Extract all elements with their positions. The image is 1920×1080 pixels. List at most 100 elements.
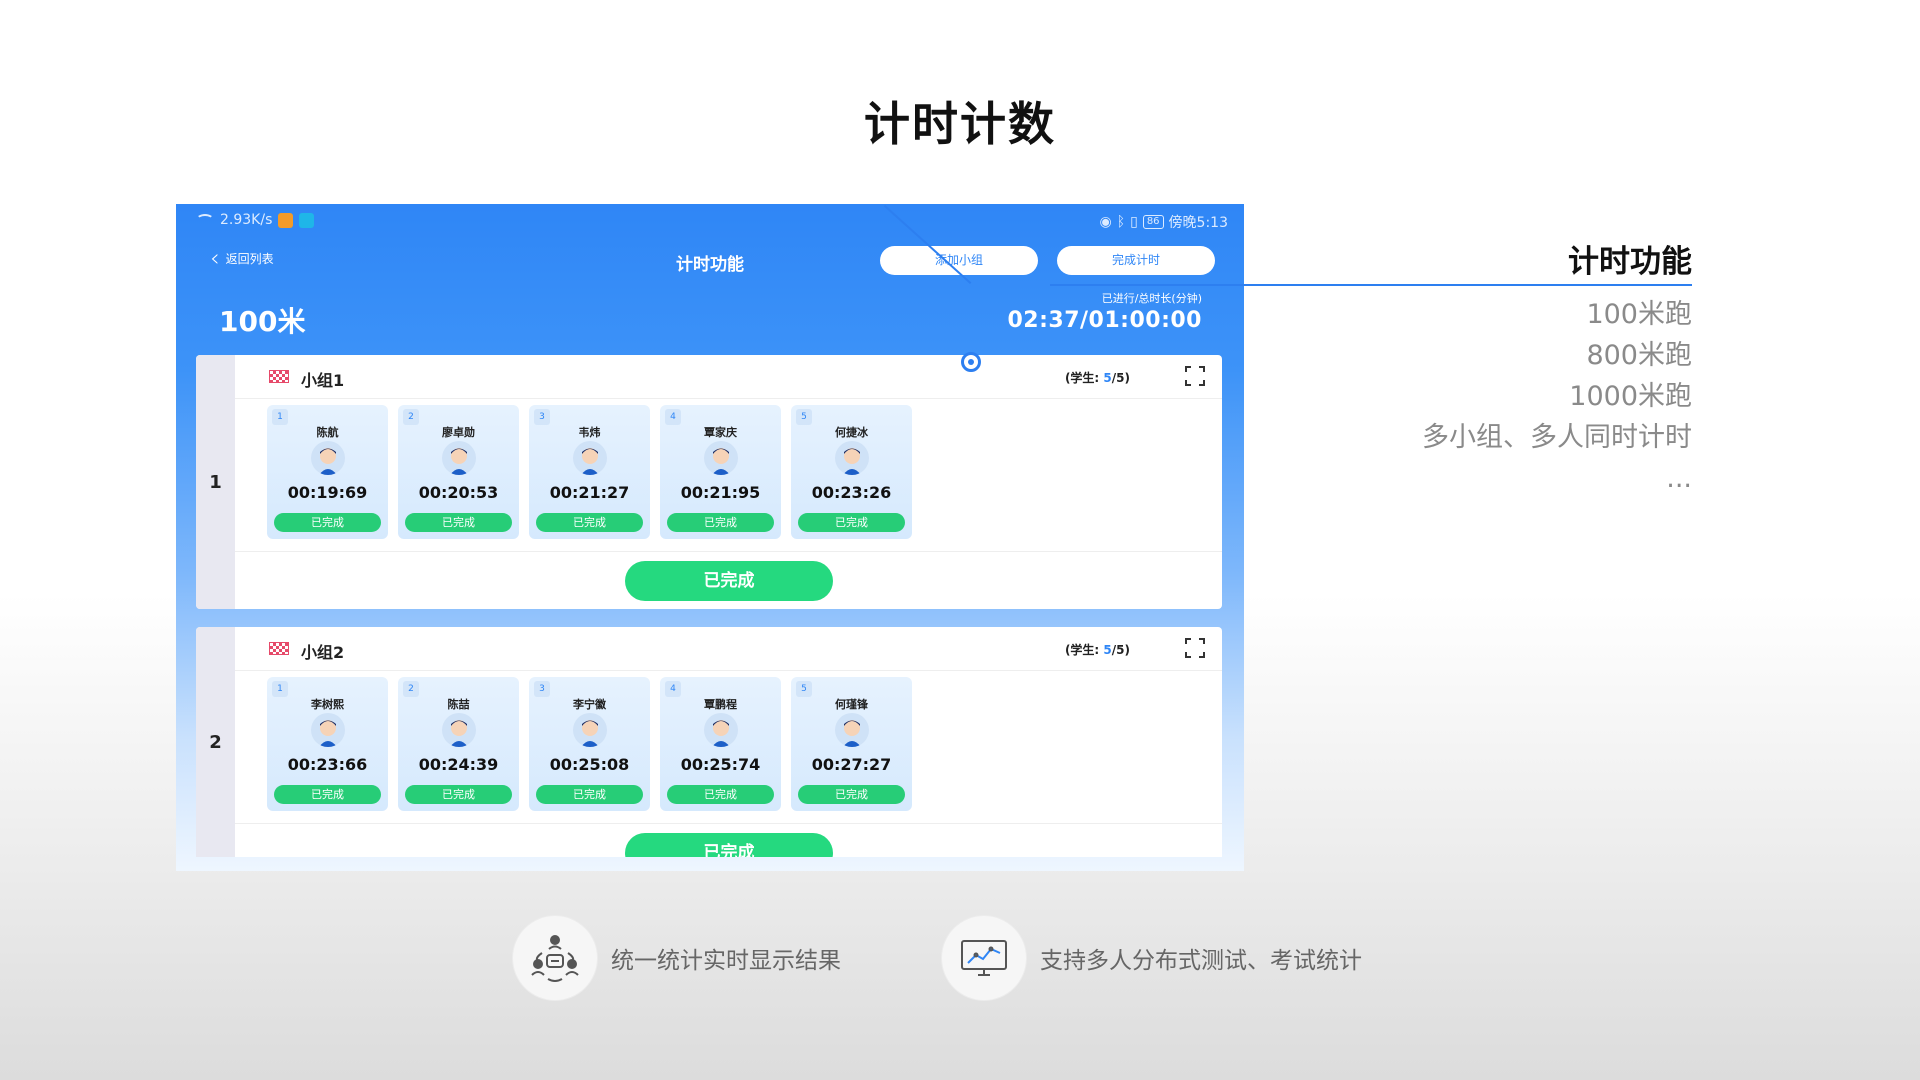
student-card[interactable]: 4 覃家庆 00:21:95 已完成 [660,405,781,539]
student-name: 覃鹏程 [704,698,737,711]
app-notification-icon [278,212,294,228]
avatar [311,441,345,475]
avatar [442,713,476,747]
student-card[interactable]: 1 李树熙 00:23:66 已完成 [267,677,388,811]
card-number: 2 [403,409,419,425]
clock: 傍晚5:13 [1168,215,1228,231]
student-name: 李宁徽 [573,698,606,711]
group-name: 小组1 [301,371,345,390]
feature-text: 统一统计实时显示结果 [611,948,841,974]
fullscreen-icon[interactable] [1184,637,1206,659]
status-badge: 已完成 [536,785,643,804]
avatar [442,441,476,475]
avatar [835,441,869,475]
student-name: 陈航 [316,426,339,439]
student-name: 廖卓勋 [442,426,475,439]
student-name: 韦炜 [578,426,601,439]
status-badge: 已完成 [798,785,905,804]
search-app-icon [299,212,315,228]
checkered-flag-icon [269,642,289,655]
avatar [573,713,607,747]
student-card[interactable]: 2 廖卓勋 00:20:53 已完成 [398,405,519,539]
feature-list-item: 100米跑 [1586,299,1692,330]
app-header: ‹ 返回列表 计时功能 添加小组 完成计时 [176,240,1244,280]
feature-item: 支持多人分布式测试、考试统计 [942,916,1362,1000]
avatar [311,713,345,747]
card-number: 5 [796,681,812,697]
feature-list: 100米跑 800米跑 1000米跑 多小组、多人同时计时 ... [1422,294,1692,499]
student-card[interactable]: 3 韦炜 00:21:27 已完成 [529,405,650,539]
wifi-icon [196,214,214,226]
student-cards: 1 陈航 00:19:69 已完成 2 廖卓勋 00:20:53 已完成 3 韦… [267,405,912,539]
eye-icon: ◉ [1099,214,1112,230]
card-number: 5 [796,409,812,425]
card-number: 3 [534,681,550,697]
student-time: 00:19:69 [287,483,368,502]
card-number: 1 [272,681,288,697]
card-number: 1 [272,409,288,425]
vibrate-icon: ▯ [1130,214,1138,230]
student-card[interactable]: 2 陈喆 00:24:39 已完成 [398,677,519,811]
callout-line [1050,284,1692,286]
feature-item: 统一统计实时显示结果 [513,916,841,1000]
student-time: 00:20:53 [418,483,499,502]
student-time: 00:25:74 [680,755,761,774]
card-number: 3 [534,409,550,425]
side-title: 计时功能 [1568,244,1692,280]
group-done-button[interactable]: 已完成 [625,561,833,601]
student-time: 00:23:26 [811,483,892,502]
status-badge: 已完成 [405,785,512,804]
group-footer: 已完成 [235,551,1222,609]
card-number: 4 [665,409,681,425]
feature-list-item: 1000米跑 [1569,381,1692,412]
student-count: (学生: 5/5) [1064,643,1130,657]
battery-icon: 86 [1142,215,1164,229]
student-name: 覃家庆 [704,426,737,439]
status-bar: 2.93K/s ◉ ᛒ ▯ 86 傍晚5:13 [176,204,1244,234]
group-index: 2 [196,627,235,857]
page-title: 计时计数 [864,97,1056,151]
fullscreen-icon[interactable] [1184,365,1206,387]
student-name: 李树熙 [311,698,344,711]
student-time: 00:21:27 [549,483,630,502]
group-done-button[interactable]: 已完成 [625,833,833,857]
avatar [704,441,738,475]
elapsed-label: 已进行/总时长(分钟) [1101,292,1202,305]
card-number: 4 [665,681,681,697]
callout-dot [961,352,981,372]
checkered-flag-icon [269,370,289,383]
group-panel: 1 小组1 (学生: 5/5) 1 陈航 00:19:69 已完成 2 廖卓勋 … [196,355,1222,609]
group-stats-icon [513,916,597,1000]
student-name: 何捷冰 [835,426,868,439]
bluetooth-icon: ᛒ [1116,214,1126,230]
monitor-chart-icon [942,916,1026,1000]
group-footer: 已完成 [235,823,1222,857]
finish-timing-button[interactable]: 完成计时 [1057,246,1215,275]
avatar [835,713,869,747]
feature-list-item: 多小组、多人同时计时 [1422,422,1692,453]
elapsed-time: 02:37/01:00:00 [1007,308,1202,333]
group-name: 小组2 [301,643,345,662]
status-badge: 已完成 [536,513,643,532]
feature-text: 支持多人分布式测试、考试统计 [1040,948,1362,974]
student-count: (学生: 5/5) [1064,371,1130,385]
avatar [704,713,738,747]
status-badge: 已完成 [667,513,774,532]
student-card[interactable]: 1 陈航 00:19:69 已完成 [267,405,388,539]
status-badge: 已完成 [274,785,381,804]
feature-list-item: ... [1666,463,1692,494]
group-header: 小组1 (学生: 5/5) [235,355,1222,399]
group-panel: 2 小组2 (学生: 5/5) 1 李树熙 00:23:66 已完成 2 陈喆 … [196,627,1222,857]
student-card[interactable]: 3 李宁徽 00:25:08 已完成 [529,677,650,811]
student-cards: 1 李树熙 00:23:66 已完成 2 陈喆 00:24:39 已完成 3 李… [267,677,912,811]
avatar [573,441,607,475]
event-name: 100米 [219,305,306,338]
student-card[interactable]: 5 何捷冰 00:23:26 已完成 [791,405,912,539]
student-card[interactable]: 4 覃鹏程 00:25:74 已完成 [660,677,781,811]
student-time: 00:24:39 [418,755,499,774]
add-group-button[interactable]: 添加小组 [880,246,1038,275]
student-time: 00:23:66 [287,755,368,774]
group-header: 小组2 (学生: 5/5) [235,627,1222,671]
student-card[interactable]: 5 何瑾锋 00:27:27 已完成 [791,677,912,811]
student-name: 何瑾锋 [835,698,868,711]
